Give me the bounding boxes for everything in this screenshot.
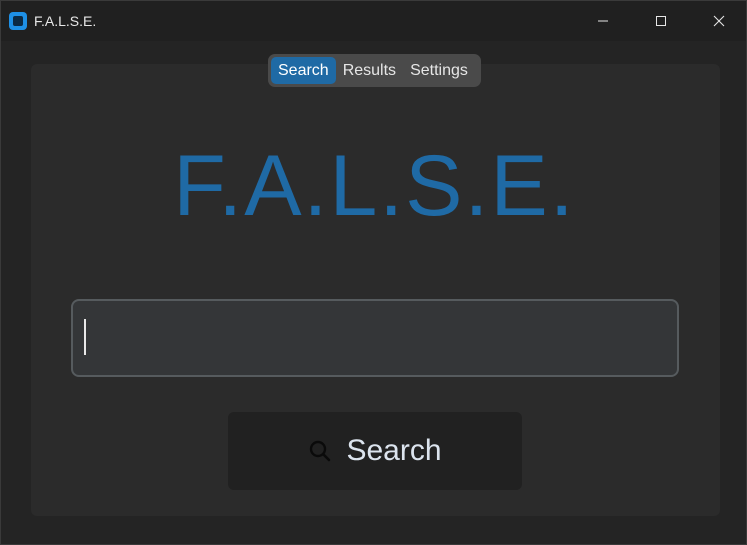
app-icon [9, 12, 27, 30]
close-icon [713, 15, 725, 27]
tab-results[interactable]: Results [336, 57, 403, 84]
tab-search[interactable]: Search [271, 57, 336, 84]
title-bar[interactable]: F.A.L.S.E. [1, 1, 746, 41]
minimize-button[interactable] [574, 1, 632, 41]
maximize-icon [656, 16, 666, 26]
app-heading: F.A.L.S.E. [173, 138, 576, 234]
app-window: F.A.L.S.E. Search Results Settings F.A.L… [0, 0, 747, 545]
close-button[interactable] [690, 1, 747, 41]
search-button-label: Search [346, 434, 442, 467]
search-input[interactable] [71, 299, 679, 377]
minimize-icon [598, 20, 608, 22]
search-icon [308, 439, 332, 463]
maximize-button[interactable] [632, 1, 690, 41]
tab-settings[interactable]: Settings [403, 57, 475, 84]
search-button[interactable]: Search [228, 412, 522, 490]
tab-bar: Search Results Settings [268, 54, 481, 87]
window-title: F.A.L.S.E. [34, 13, 97, 29]
text-cursor [84, 319, 86, 355]
